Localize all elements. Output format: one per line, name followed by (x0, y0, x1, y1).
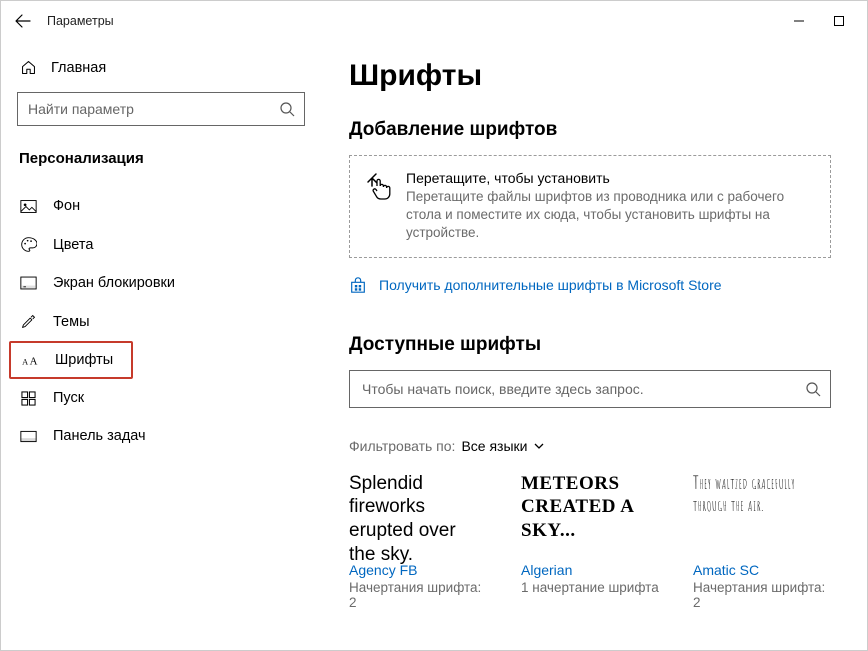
search-input[interactable] (17, 92, 305, 126)
font-search-input[interactable] (349, 370, 831, 408)
sidebar-item-background[interactable]: Фон (1, 187, 321, 225)
svg-text:A: A (22, 357, 28, 366)
font-meta: Начертания шрифта: 2 (349, 580, 487, 610)
font-filter[interactable]: Фильтровать по: Все языки (349, 438, 831, 454)
font-name-link[interactable]: Algerian (521, 562, 659, 578)
font-name-link[interactable]: Agency FB (349, 562, 487, 578)
font-card[interactable]: Splendid fireworks erupted over the sky.… (349, 472, 487, 610)
font-card[interactable]: METEORS CREATED A SKY... Algerian 1 наче… (521, 472, 659, 610)
sidebar-item-label: Цвета (53, 237, 93, 253)
start-icon (19, 391, 37, 406)
maximize-button[interactable] (819, 6, 859, 36)
page-title: Шрифты (349, 59, 831, 93)
sidebar-item-label: Шрифты (55, 352, 113, 368)
font-meta: 1 начертание шрифта (521, 580, 659, 595)
themes-icon (19, 313, 37, 330)
content-area: Шрифты Добавление шрифтов Перетащите, чт… (321, 41, 867, 650)
sidebar-item-label: Экран блокировки (53, 275, 175, 291)
sidebar-item-label: Панель задач (53, 428, 146, 444)
sidebar-section-heading: Персонализация (1, 140, 321, 187)
chevron-down-icon (533, 440, 545, 452)
minimize-button[interactable] (779, 6, 819, 36)
filter-label: Фильтровать по: (349, 438, 455, 454)
minimize-icon (793, 15, 805, 27)
svg-text:A: A (29, 355, 37, 367)
ms-store-fonts-link[interactable]: Получить дополнительные шрифты в Microso… (349, 276, 831, 294)
sidebar: Главная Персонализация Фон Цвета Э (1, 41, 321, 650)
font-name-link[interactable]: Amatic SC (693, 562, 831, 578)
dropzone-title: Перетащите, чтобы установить (406, 170, 814, 186)
font-search (349, 370, 831, 408)
font-preview: METEORS CREATED A SKY... (521, 472, 659, 552)
store-bag-icon (349, 276, 367, 294)
titlebar: Параметры (1, 1, 867, 41)
dropzone-body: Перетащите файлы шрифтов из проводника и… (406, 188, 814, 243)
available-fonts-heading: Доступные шрифты (349, 334, 831, 356)
font-meta: Начертания шрифта: 2 (693, 580, 831, 610)
filter-value: Все языки (461, 438, 527, 454)
fonts-grid: Splendid fireworks erupted over the sky.… (349, 472, 831, 610)
window-title: Параметры (47, 14, 114, 28)
sidebar-item-label: Темы (53, 314, 90, 330)
sidebar-item-start[interactable]: Пуск (1, 379, 321, 417)
font-card[interactable]: They waltzed gracefully through the air.… (693, 472, 831, 610)
lockscreen-icon (19, 276, 37, 290)
picture-icon (19, 199, 37, 214)
taskbar-icon (19, 430, 37, 443)
home-icon (19, 59, 37, 76)
add-fonts-heading: Добавление шрифтов (349, 119, 831, 141)
sidebar-item-fonts[interactable]: AA Шрифты (9, 341, 133, 379)
sidebar-item-lockscreen[interactable]: Экран блокировки (1, 264, 321, 302)
sidebar-item-themes[interactable]: Темы (1, 302, 321, 341)
back-button[interactable] (9, 13, 37, 29)
sidebar-item-label: Фон (53, 198, 80, 214)
arrow-left-icon (15, 13, 31, 29)
sidebar-home[interactable]: Главная (1, 49, 321, 86)
sidebar-home-label: Главная (51, 60, 106, 76)
fonts-icon: AA (21, 353, 39, 368)
font-preview: They waltzed gracefully through the air. (693, 472, 831, 552)
maximize-icon (833, 15, 845, 27)
store-link-label: Получить дополнительные шрифты в Microso… (379, 277, 722, 293)
sidebar-item-label: Пуск (53, 390, 84, 406)
sidebar-item-taskbar[interactable]: Панель задач (1, 417, 321, 455)
palette-icon (19, 236, 37, 253)
font-preview: Splendid fireworks erupted over the sky. (349, 472, 487, 552)
sidebar-item-colors[interactable]: Цвета (1, 225, 321, 264)
sidebar-search (17, 92, 305, 126)
font-dropzone[interactable]: Перетащите, чтобы установить Перетащите … (349, 155, 831, 258)
drag-hand-icon (366, 170, 392, 243)
